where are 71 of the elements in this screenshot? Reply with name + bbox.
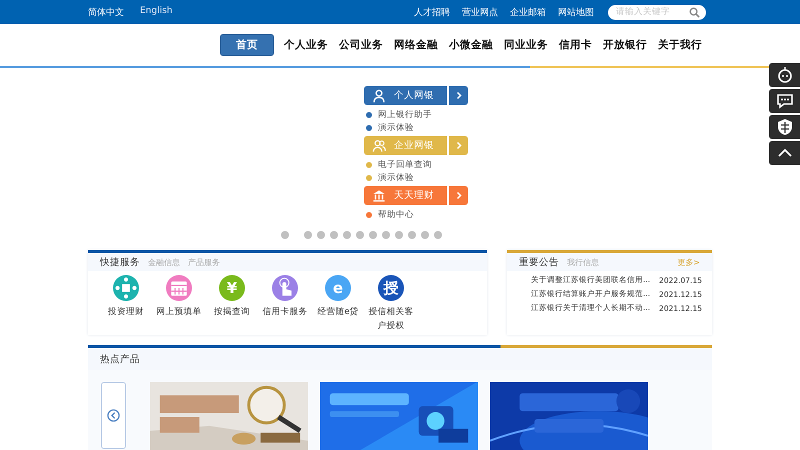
side-tool-button[interactable]: [769, 89, 800, 113]
section-title: 热点产品: [100, 352, 140, 366]
bullet-icon: [366, 212, 372, 218]
person-icon: [372, 88, 386, 102]
nav-item[interactable]: 个人业务: [280, 35, 332, 55]
carousel-dot[interactable]: [434, 231, 442, 239]
service-label: 网上预填单: [156, 306, 202, 319]
top-link[interactable]: 人才招聘: [414, 6, 450, 18]
bullet-icon: [366, 112, 372, 118]
quick-service-item[interactable]: 投资理财: [102, 275, 150, 333]
panel-link[interactable]: 演示体验: [378, 122, 414, 134]
nav-item[interactable]: 关于我行: [654, 35, 706, 55]
quick-service-item[interactable]: 信用卡服务: [261, 275, 309, 333]
service-icon: ¥: [219, 275, 245, 301]
quick-service-item[interactable]: e 经营随e贷: [314, 275, 362, 333]
carousel-dot[interactable]: [382, 231, 390, 239]
language-link[interactable]: English: [140, 6, 172, 18]
top-link[interactable]: 企业邮箱: [510, 6, 546, 18]
bullet-icon: [366, 162, 372, 168]
search-icon[interactable]: [689, 6, 700, 18]
service-icon: 授: [378, 275, 404, 301]
language-link[interactable]: 简体中文: [88, 6, 124, 18]
side-tool-button[interactable]: [769, 63, 800, 87]
service-icon: e: [325, 275, 351, 301]
carousel-dot[interactable]: [369, 231, 377, 239]
top-link[interactable]: 网站地图: [558, 6, 594, 18]
nav-item[interactable]: 小微金融: [445, 35, 497, 55]
service-label: 经营随e贷: [316, 306, 360, 319]
previous-button[interactable]: [101, 382, 126, 449]
carousel-dot[interactable]: [421, 231, 429, 239]
quick-service-item[interactable]: 网上预填单: [155, 275, 203, 333]
arrow-button[interactable]: [449, 86, 468, 105]
carousel-dot[interactable]: [317, 231, 325, 239]
nav-item[interactable]: 同业业务: [500, 35, 552, 55]
carousel-dot[interactable]: [330, 231, 338, 239]
section-tab[interactable]: 重要公告: [519, 256, 559, 268]
quick-service-item[interactable]: 授 授信相关客户授权: [367, 275, 415, 333]
people-icon: [372, 138, 386, 152]
chevron-right-icon: [454, 91, 462, 100]
top-link[interactable]: 营业网点: [462, 6, 498, 18]
arrow-button[interactable]: [449, 186, 468, 205]
chevron-right-icon: [454, 191, 462, 200]
service-label: 投资理财: [107, 306, 145, 319]
carousel-dot[interactable]: [304, 231, 312, 239]
service-label: 按揭查询: [213, 306, 251, 319]
carousel-dot[interactable]: [343, 231, 351, 239]
quick-service-item[interactable]: ¥ 按揭查询: [208, 275, 256, 333]
carousel-dot[interactable]: [356, 231, 364, 239]
nav-item[interactable]: 首页: [220, 34, 274, 56]
panel-link[interactable]: 网上银行助手: [378, 108, 432, 120]
service-label: 授信相关客户授权: [368, 306, 414, 333]
carousel-dot[interactable]: [408, 231, 416, 239]
carousel-dot[interactable]: [281, 231, 289, 239]
side-tool-button[interactable]: [769, 115, 800, 139]
bullet-icon: [366, 174, 372, 180]
nav-item[interactable]: 信用卡: [555, 35, 596, 55]
nav-item[interactable]: 网络金融: [390, 35, 442, 55]
bank-icon: [372, 188, 386, 202]
section-tab[interactable]: 快捷服务: [100, 256, 140, 268]
panel-link[interactable]: 电子回单查询: [378, 158, 432, 170]
nav-item[interactable]: 开放银行: [599, 35, 651, 55]
login-button[interactable]: 个人网银: [364, 86, 447, 105]
chat-icon: [774, 91, 794, 111]
carousel-dot[interactable]: [395, 231, 403, 239]
panel-link[interactable]: 演示体验: [378, 172, 414, 184]
service-label: 信用卡服务: [262, 306, 308, 319]
chevron-right-icon: [454, 141, 462, 150]
panel-link[interactable]: 帮助中心: [378, 208, 414, 220]
bullet-icon: [366, 124, 372, 130]
nav-item[interactable]: 公司业务: [335, 35, 387, 55]
side-tool-button[interactable]: [769, 141, 800, 165]
